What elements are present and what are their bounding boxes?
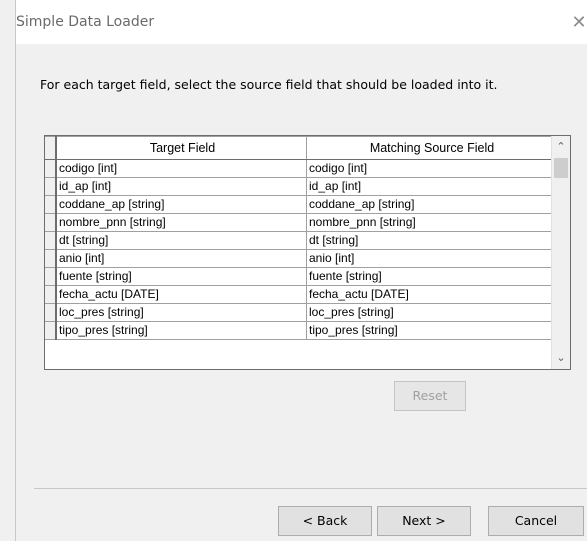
back-button[interactable]: < Back <box>278 506 372 536</box>
source-field-cell[interactable]: loc_pres [string] <box>306 303 556 322</box>
table-row[interactable]: dt [string] dt [string] <box>45 231 556 250</box>
target-field-cell: fecha_actu [DATE] <box>55 285 307 304</box>
target-field-cell: fuente [string] <box>55 267 307 286</box>
row-header-corner <box>45 136 57 160</box>
row-selector[interactable] <box>45 267 57 286</box>
row-selector[interactable] <box>45 177 57 196</box>
source-field-cell[interactable]: fuente [string] <box>306 267 556 286</box>
simple-data-loader-dialog: Simple Data Loader ✕ For each target fie… <box>15 0 587 541</box>
scrollbar-thumb[interactable] <box>554 158 568 178</box>
column-header-target-field[interactable]: Target Field <box>55 136 307 160</box>
source-field-cell[interactable]: tipo_pres [string] <box>306 321 556 340</box>
row-selector[interactable] <box>45 195 57 214</box>
target-field-cell: anio [int] <box>55 249 307 268</box>
row-selector[interactable] <box>45 159 57 178</box>
table-row[interactable]: nombre_pnn [string] nombre_pnn [string] <box>45 213 556 232</box>
source-field-cell[interactable]: coddane_ap [string] <box>306 195 556 214</box>
next-button[interactable]: Next > <box>377 506 471 536</box>
table-row[interactable]: fecha_actu [DATE] fecha_actu [DATE] <box>45 285 556 304</box>
table-row[interactable]: codigo [int] codigo [int] <box>45 159 556 178</box>
field-mapping-grid: Target Field Matching Source Field codig… <box>44 135 571 370</box>
source-field-cell[interactable]: anio [int] <box>306 249 556 268</box>
target-field-cell: id_ap [int] <box>55 177 307 196</box>
target-field-cell: tipo_pres [string] <box>55 321 307 340</box>
row-selector[interactable] <box>45 321 57 340</box>
source-field-cell[interactable]: id_ap [int] <box>306 177 556 196</box>
cancel-button[interactable]: Cancel <box>488 506 584 536</box>
source-field-cell[interactable]: nombre_pnn [string] <box>306 213 556 232</box>
table-row[interactable]: coddane_ap [string] coddane_ap [string] <box>45 195 556 214</box>
close-icon[interactable]: ✕ <box>570 12 587 33</box>
table-row[interactable]: id_ap [int] id_ap [int] <box>45 177 556 196</box>
table-row[interactable]: loc_pres [string] loc_pres [string] <box>45 303 556 322</box>
table-row[interactable]: tipo_pres [string] tipo_pres [string] <box>45 321 556 340</box>
target-field-cell: dt [string] <box>55 231 307 250</box>
target-field-cell: nombre_pnn [string] <box>55 213 307 232</box>
table-row[interactable]: fuente [string] fuente [string] <box>45 267 556 286</box>
scroll-down-icon[interactable]: ⌄ <box>552 349 570 367</box>
row-selector[interactable] <box>45 303 57 322</box>
instructions-text: For each target field, select the source… <box>40 77 498 92</box>
vertical-scrollbar[interactable]: ⌃ ⌄ <box>551 136 570 369</box>
scroll-up-icon[interactable]: ⌃ <box>552 138 570 156</box>
target-field-cell: coddane_ap [string] <box>55 195 307 214</box>
source-field-cell[interactable]: codigo [int] <box>306 159 556 178</box>
field-mapping-table: Target Field Matching Source Field codig… <box>45 136 556 340</box>
table-row[interactable]: anio [int] anio [int] <box>45 249 556 268</box>
source-field-cell[interactable]: dt [string] <box>306 231 556 250</box>
grid-header-row: Target Field Matching Source Field <box>45 136 556 160</box>
column-header-matching-source-field[interactable]: Matching Source Field <box>306 136 556 160</box>
reset-button[interactable]: Reset <box>394 381 466 411</box>
row-selector[interactable] <box>45 249 57 268</box>
row-selector[interactable] <box>45 213 57 232</box>
source-field-cell[interactable]: fecha_actu [DATE] <box>306 285 556 304</box>
footer-divider <box>34 488 587 489</box>
row-selector[interactable] <box>45 231 57 250</box>
row-selector[interactable] <box>45 285 57 304</box>
window-title: Simple Data Loader <box>16 14 155 30</box>
title-bar: Simple Data Loader ✕ <box>16 0 587 44</box>
target-field-cell: loc_pres [string] <box>55 303 307 322</box>
target-field-cell: codigo [int] <box>55 159 307 178</box>
